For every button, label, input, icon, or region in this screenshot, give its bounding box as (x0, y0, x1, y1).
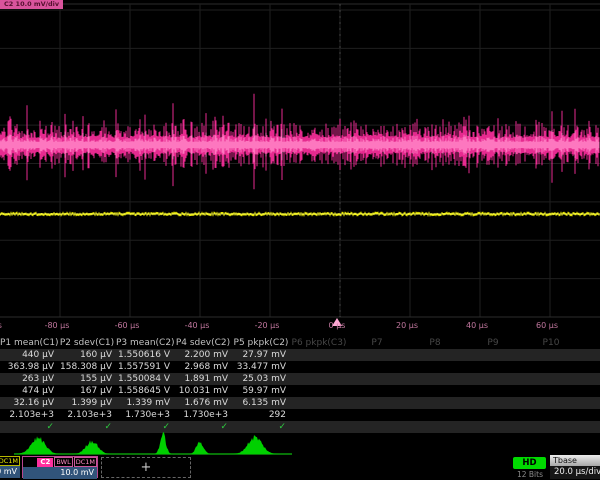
measure-cell: 440 µV (0, 350, 58, 360)
measure-header[interactable]: P10 (522, 338, 580, 348)
time-axis-label: -60 µs (115, 321, 140, 330)
measure-cell: 155 µV (58, 374, 116, 384)
measure-cell: 33.477 mV (232, 362, 290, 372)
measure-cell: 1.730e+3 (116, 410, 174, 420)
graticule-and-traces (0, 0, 600, 318)
timebase-scale: 20.0 µs/div (550, 466, 600, 479)
measure-header[interactable]: P1 mean(C1) (0, 338, 58, 348)
channel-c2-descriptor[interactable]: C2 BWL DC1M 10.0 mV (22, 456, 98, 478)
time-axis-row: -100 µs -80 µs -60 µs -40 µs -20 µs 0 µs 20 µs… (0, 318, 600, 334)
measure-row-max: 474 µV167 µV1.558645 V10.031 mV59.97 mV (0, 385, 600, 397)
measure-cell: 1.676 mV (174, 398, 232, 408)
measure-table-header-row: P1 mean(C1)P2 sdev(C1)P3 mean(C2)P4 sdev… (0, 336, 600, 349)
time-axis-label: -80 µs (45, 321, 70, 330)
measure-cell: 363.98 µV (0, 362, 58, 372)
measure-row-min: 263 µV155 µV1.550084 V1.891 mV25.03 mV (0, 373, 600, 385)
measure-header[interactable]: P7 (348, 338, 406, 348)
c1-vertical-scale: 10.0 mV (0, 466, 20, 478)
add-trace-button[interactable]: + (101, 457, 191, 478)
measure-header[interactable]: P4 sdev(C2) (174, 338, 232, 348)
measure-cell: 1.730e+3 (174, 410, 232, 420)
measure-cell: 2.103e+3 (58, 410, 116, 420)
timebase-title: Tbase (550, 455, 600, 466)
measure-row-sdev: 32.16 µV1.399 µV1.339 mV1.676 mV6.135 mV (0, 397, 600, 409)
time-axis-label: 40 µs (466, 321, 488, 330)
measure-header[interactable]: P8 (406, 338, 464, 348)
time-axis-label: 20 µs (396, 321, 418, 330)
c2-vertical-scale: 10.0 mV (23, 467, 97, 479)
measure-cell: 1.557591 V (116, 362, 174, 372)
c2-bandwidth-badge: BWL (54, 457, 72, 467)
hd-mode-badge[interactable]: HD (513, 457, 546, 469)
time-axis-label: -40 µs (185, 321, 210, 330)
hd-bits-label: 12 Bits (510, 470, 550, 479)
channel-c1-descriptor[interactable]: C1 DC1M 10.0 mV (0, 456, 20, 478)
measurement-table: P1 mean(C1)P2 sdev(C1)P3 mean(C2)P4 sdev… (0, 336, 600, 433)
measure-cell: 32.16 µV (0, 398, 58, 408)
measure-header[interactable]: P3 mean(C2) (116, 338, 174, 348)
oscilloscope-screen: C2 10.0 mV/div -100 µs -80 µs -60 µs -40 µs… (0, 0, 600, 480)
descriptor-bar: C1 DC1M 10.0 mV C2 BWL DC1M 10.0 mV + HD… (0, 455, 600, 480)
measure-cell: 158.308 µV (58, 362, 116, 372)
measure-cell: 2.103e+3 (0, 410, 58, 420)
measure-cell: 6.135 mV (232, 398, 290, 408)
c2-coupling-badge: DC1M (74, 457, 97, 467)
time-axis-label: -20 µs (255, 321, 280, 330)
measure-header[interactable]: P9 (464, 338, 522, 348)
measure-cell: 1.891 mV (174, 374, 232, 384)
plus-icon: + (141, 460, 152, 475)
measure-cell: 1.558645 V (116, 386, 174, 396)
measure-cell: 1.339 mV (116, 398, 174, 408)
measure-cell: 1.550616 V (116, 350, 174, 360)
measure-cell: 27.97 mV (232, 350, 290, 360)
measure-cell: 10.031 mV (174, 386, 232, 396)
measure-cell: 167 µV (58, 386, 116, 396)
measure-row-mean: 363.98 µV158.308 µV1.557591 V2.968 mV33.… (0, 361, 600, 373)
time-axis-label: 60 µs (536, 321, 558, 330)
measure-row-value: 440 µV160 µV1.550616 V2.200 mV27.97 mV (0, 349, 600, 361)
measure-cell: 263 µV (0, 374, 58, 384)
time-axis-label: -100 µs (0, 321, 2, 330)
measure-row-num: 2.103e+32.103e+31.730e+31.730e+3292 (0, 409, 600, 421)
measure-cell: 59.97 mV (232, 386, 290, 396)
measure-header[interactable]: P11 (580, 338, 600, 348)
c1-coupling-badge: DC1M (0, 456, 20, 466)
trace-label-badge[interactable]: C2 10.0 mV/div (0, 0, 63, 9)
timebase-descriptor[interactable]: Tbase 20.0 µs/div (550, 455, 600, 479)
measure-header[interactable]: P6 pkpk(C3) (290, 338, 348, 348)
measure-cell: 25.03 mV (232, 374, 290, 384)
measure-cell: 292 (232, 410, 290, 420)
measure-cell: 1.550084 V (116, 374, 174, 384)
measure-cell: 1.399 µV (58, 398, 116, 408)
measure-header[interactable]: P5 pkpk(C2) (232, 338, 290, 348)
measure-cell: 474 µV (0, 386, 58, 396)
c2-channel-tab: C2 (37, 458, 53, 467)
measurement-histicons (0, 430, 600, 456)
measure-cell: 160 µV (58, 350, 116, 360)
measure-header[interactable]: P2 sdev(C1) (58, 338, 116, 348)
measure-cell: 2.968 mV (174, 362, 232, 372)
measure-cell: 2.200 mV (174, 350, 232, 360)
time-axis-label: 0 µs (329, 321, 346, 330)
